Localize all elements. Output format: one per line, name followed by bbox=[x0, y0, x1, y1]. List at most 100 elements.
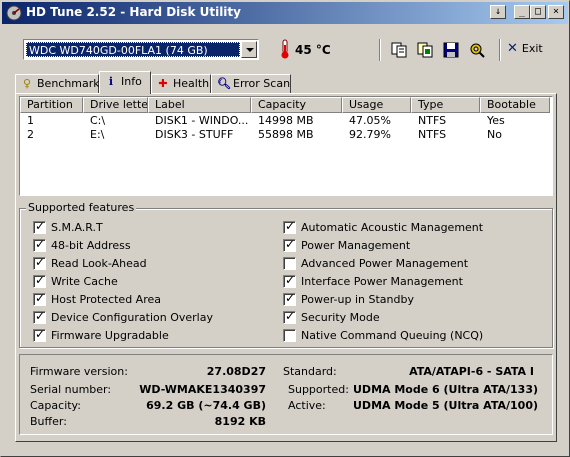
checkbox-checked-icon[interactable]: ✓ bbox=[33, 219, 46, 234]
tab-label: Error Scan bbox=[233, 77, 291, 90]
drive-select[interactable]: WDC WD740GD-00FLA1 (74 GB) bbox=[23, 39, 259, 60]
close-icon: ✕ bbox=[507, 41, 518, 56]
close-button[interactable]: × bbox=[548, 5, 564, 19]
firmware-value: 27.08D27 bbox=[206, 365, 266, 378]
table-cell: NTFS bbox=[418, 114, 447, 127]
feature-label: Write Cache bbox=[51, 275, 118, 288]
buffer-label: Buffer: bbox=[30, 415, 67, 428]
table-cell: 47.05% bbox=[349, 114, 391, 127]
copy-info-icon[interactable] bbox=[415, 40, 435, 60]
options-icon[interactable] bbox=[467, 40, 487, 60]
checkbox-checked-icon[interactable]: ✓ bbox=[33, 273, 46, 288]
feature-label: Firmware Upgradable bbox=[51, 329, 169, 342]
checkbox-checked-icon[interactable]: ✓ bbox=[33, 255, 46, 270]
active-mode-value: UDMA Mode 5 (Ultra ATA/100) bbox=[353, 399, 538, 412]
tab-info[interactable]: i Info bbox=[99, 71, 151, 94]
checkbox-checked-icon[interactable]: ✓ bbox=[283, 219, 296, 234]
checkbox-checked-icon[interactable]: ✓ bbox=[283, 309, 296, 324]
checkbox-checked-icon[interactable]: ✓ bbox=[283, 291, 296, 306]
column-header[interactable]: Partition bbox=[20, 97, 83, 113]
save-icon[interactable] bbox=[441, 40, 461, 60]
tab-error-scan[interactable]: 🔍︎ Error Scan bbox=[211, 74, 291, 93]
check-mark-icon: ✓ bbox=[35, 309, 46, 323]
maximize-button[interactable]: □ bbox=[530, 5, 546, 19]
tab-benchmark[interactable]: ♀ Benchmark bbox=[15, 74, 100, 93]
capacity-label: Capacity: bbox=[30, 399, 81, 412]
benchmark-icon: ♀ bbox=[22, 77, 32, 90]
feature-label: Power-up in Standby bbox=[301, 293, 414, 306]
toolbar-separator bbox=[379, 39, 381, 61]
feature-label: Device Configuration Overlay bbox=[51, 311, 213, 324]
check-mark-icon: ✓ bbox=[285, 291, 296, 305]
active-mode-label: Active: bbox=[288, 399, 326, 412]
column-header[interactable]: Label bbox=[148, 97, 251, 113]
serial-label: Serial number: bbox=[30, 383, 112, 396]
serial-value: WD-WMAKE1340397 bbox=[139, 383, 266, 396]
table-cell: 2 bbox=[27, 128, 34, 141]
checkbox-checked-icon[interactable]: ✓ bbox=[283, 273, 296, 288]
feature-label: Advanced Power Management bbox=[301, 257, 469, 270]
buffer-value: 8192 KB bbox=[214, 415, 266, 428]
feature-label: S.M.A.R.T bbox=[51, 221, 103, 234]
app-window: HD Tune 2.52 - Hard Disk Utility ↓ _ □ ×… bbox=[0, 0, 570, 457]
feature-label: Automatic Acoustic Management bbox=[301, 221, 484, 234]
table-cell: No bbox=[487, 128, 502, 141]
table-cell: Yes bbox=[487, 114, 505, 127]
column-header[interactable]: Type bbox=[411, 97, 480, 113]
minimize-button[interactable]: _ bbox=[514, 5, 530, 19]
feature-label: Interface Power Management bbox=[301, 275, 463, 288]
feature-label: Power Management bbox=[301, 239, 411, 252]
check-mark-icon: ✓ bbox=[35, 219, 46, 233]
check-mark-icon: ✓ bbox=[35, 291, 46, 305]
feature-label: Host Protected Area bbox=[51, 293, 161, 306]
checkbox-unchecked-icon[interactable] bbox=[283, 329, 296, 342]
column-header[interactable]: Drive letter bbox=[83, 97, 148, 113]
capacity-value: 69.2 GB (~74.4 GB) bbox=[146, 399, 266, 412]
tab-label: Benchmark bbox=[37, 77, 100, 90]
table-cell: 55898 MB bbox=[258, 128, 314, 141]
column-header[interactable]: Usage bbox=[342, 97, 411, 113]
exit-label: Exit bbox=[521, 42, 543, 55]
chevron-down-icon[interactable] bbox=[241, 41, 257, 58]
table-cell: 14998 MB bbox=[258, 114, 314, 127]
checkbox-checked-icon[interactable]: ✓ bbox=[33, 237, 46, 252]
feature-label: Native Command Queuing (NCQ) bbox=[301, 329, 484, 342]
tab-label: Health bbox=[173, 77, 210, 90]
check-mark-icon: ✓ bbox=[35, 237, 46, 251]
check-mark-icon: ✓ bbox=[35, 255, 46, 269]
column-header[interactable]: Bootable bbox=[480, 97, 550, 113]
check-mark-icon: ✓ bbox=[35, 273, 46, 287]
checkbox-checked-icon[interactable]: ✓ bbox=[283, 237, 296, 252]
checkbox-checked-icon[interactable]: ✓ bbox=[33, 291, 46, 306]
table-cell: C:\ bbox=[90, 114, 106, 127]
table-cell: NTFS bbox=[418, 128, 447, 141]
standard-label: Standard: bbox=[283, 365, 337, 378]
supported-mode-label: Supported: bbox=[288, 383, 349, 396]
title-bar[interactable]: HD Tune 2.52 - Hard Disk Utility ↓ _ □ × bbox=[2, 2, 568, 24]
toolbar-separator bbox=[499, 39, 501, 61]
standard-value: ATA/ATAPI-6 - SATA I bbox=[409, 365, 534, 378]
table-cell: 92.79% bbox=[349, 128, 391, 141]
drive-select-value: WDC WD740GD-00FLA1 (74 GB) bbox=[26, 42, 240, 57]
checkbox-checked-icon[interactable]: ✓ bbox=[33, 309, 46, 324]
exit-button[interactable]: ✕ Exit bbox=[507, 41, 543, 59]
health-icon: ✚ bbox=[158, 77, 168, 90]
checkbox-unchecked-icon[interactable] bbox=[283, 257, 296, 270]
copy-icon[interactable] bbox=[389, 40, 409, 60]
table-cell: E:\ bbox=[90, 128, 105, 141]
checkbox-checked-icon[interactable]: ✓ bbox=[33, 327, 46, 342]
feature-label: 48-bit Address bbox=[51, 239, 131, 252]
firmware-label: Firmware version: bbox=[30, 365, 128, 378]
window-title: HD Tune 2.52 - Hard Disk Utility bbox=[26, 5, 241, 19]
check-mark-icon: ✓ bbox=[35, 327, 46, 341]
table-cell: DISK3 - STUFF bbox=[155, 128, 234, 141]
features-group-label: Supported features bbox=[26, 201, 137, 214]
partition-table[interactable]: Partition Drive letter Label Capacity Us… bbox=[19, 96, 553, 196]
check-mark-icon: ✓ bbox=[285, 309, 296, 323]
supported-mode-value: UDMA Mode 6 (Ultra ATA/133) bbox=[353, 383, 538, 396]
check-mark-icon: ✓ bbox=[285, 237, 296, 251]
check-mark-icon: ✓ bbox=[285, 219, 296, 233]
tab-health[interactable]: ✚ Health bbox=[151, 74, 211, 93]
column-header[interactable]: Capacity bbox=[251, 97, 342, 113]
down-button[interactable]: ↓ bbox=[490, 5, 506, 19]
